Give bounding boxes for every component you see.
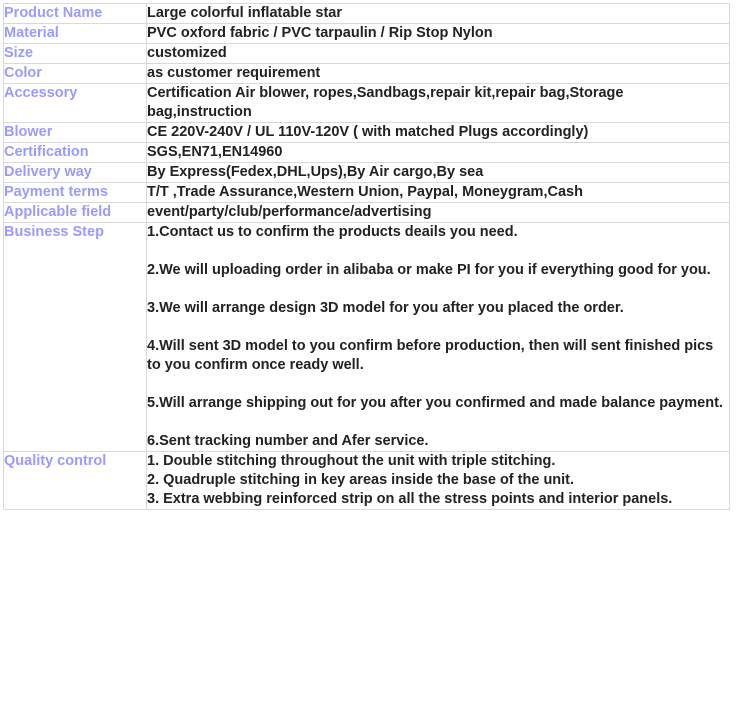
spec-label-cell: Product Name: [3, 3, 147, 24]
table-row: Quality control 1. Double stitching throu…: [3, 451, 730, 510]
table-row: Payment terms T/T ,Trade Assurance,Wester…: [3, 182, 730, 203]
spec-value-line: By Express(Fedex,DHL,Ups),By Air cargo,B…: [147, 164, 484, 180]
spec-value-line: PVC oxford fabric / PVC tarpaulin / Rip …: [147, 25, 493, 41]
spec-value-cell: By Express(Fedex,DHL,Ups),By Air cargo,B…: [146, 162, 730, 183]
spec-value-cell: Large colorful inflatable star: [146, 3, 730, 24]
spec-label-cell: Accessory: [3, 83, 147, 123]
spec-value-line: 4.Will sent 3D model to you confirm befo…: [147, 338, 714, 373]
spec-value-line: customized: [147, 45, 227, 61]
product-spec-container: Product Name Large colorful inflatable st…: [0, 0, 739, 510]
spec-value-line: 5.Will arrange shipping out for you afte…: [147, 395, 723, 411]
spec-label-cell: Blower: [3, 122, 147, 143]
spec-label-cell: Certification: [3, 142, 147, 163]
product-specification-table: Product Name Large colorful inflatable st…: [3, 3, 730, 510]
spec-value-line: 3. Extra webbing reinforced strip on all…: [147, 491, 673, 507]
spec-value-line: 2.We will uploading order in alibaba or …: [147, 262, 711, 278]
spec-value-cell: SGS,EN71,EN14960: [146, 142, 730, 163]
spec-value-line: T/T ,Trade Assurance,Western Union, Payp…: [147, 184, 583, 200]
table-row: Business Step 1.Contact us to confirm the…: [3, 222, 730, 452]
spec-value-line: as customer requirement: [147, 65, 321, 81]
spec-value-line: SGS,EN71,EN14960: [147, 144, 283, 160]
spec-table-body: Product Name Large colorful inflatable st…: [3, 3, 730, 510]
spec-label-cell: Payment terms: [3, 182, 147, 203]
spec-value-line: 2. Quadruple stitching in key areas insi…: [147, 472, 575, 488]
spec-value-cell: PVC oxford fabric / PVC tarpaulin / Rip …: [146, 23, 730, 44]
spec-value-cell: 1. Double stitching throughout the unit …: [146, 451, 730, 510]
table-row: Size customized: [3, 43, 730, 64]
spec-label-cell: Business Step: [3, 222, 147, 452]
spec-value-line: event/party/club/performance/advertising: [147, 204, 432, 220]
spec-label-cell: Size: [3, 43, 147, 64]
table-row: Product Name Large colorful inflatable st…: [3, 3, 730, 24]
spec-label-cell: Delivery way: [3, 162, 147, 183]
spec-value-line: Large colorful inflatable star: [147, 5, 342, 21]
table-row: Delivery way By Express(Fedex,DHL,Ups),By…: [3, 162, 730, 183]
table-row: Certification SGS,EN71,EN14960: [3, 142, 730, 163]
spec-value-cell: event/party/club/performance/advertising: [146, 202, 730, 223]
table-row: Applicable field event/party/club/perform…: [3, 202, 730, 223]
spec-value-line: CE 220V-240V / UL 110V-120V ( with match…: [147, 124, 589, 140]
spec-value-cell: T/T ,Trade Assurance,Western Union, Payp…: [146, 182, 730, 203]
spec-label-cell: Material: [3, 23, 147, 44]
spec-value-line: 3.We will arrange design 3D model for yo…: [147, 300, 624, 316]
spec-value-cell: customized: [146, 43, 730, 64]
spec-label-cell: Color: [3, 63, 147, 84]
spec-value-line: 1. Double stitching throughout the unit …: [147, 453, 556, 469]
spec-value-cell: as customer requirement: [146, 63, 730, 84]
table-row: Material PVC oxford fabric / PVC tarpauli…: [3, 23, 730, 44]
table-row: Color as customer requirement: [3, 63, 730, 84]
spec-label-cell: Quality control: [3, 451, 147, 510]
spec-value-line: 6.Sent tracking number and Afer service.: [147, 433, 429, 449]
spec-value-cell: CE 220V-240V / UL 110V-120V ( with match…: [146, 122, 730, 143]
spec-value-line: 1.Contact us to confirm the products dea…: [147, 224, 518, 240]
table-row: Blower CE 220V-240V / UL 110V-120V ( with…: [3, 122, 730, 143]
table-row: Accessory Certification Air blower, ropes…: [3, 83, 730, 123]
spec-value-cell: Certification Air blower, ropes,Sandbags…: [146, 83, 730, 123]
spec-value-line: Certification Air blower, ropes,Sandbags…: [147, 85, 624, 120]
spec-label-cell: Applicable field: [3, 202, 147, 223]
spec-value-cell: 1.Contact us to confirm the products dea…: [146, 222, 730, 452]
